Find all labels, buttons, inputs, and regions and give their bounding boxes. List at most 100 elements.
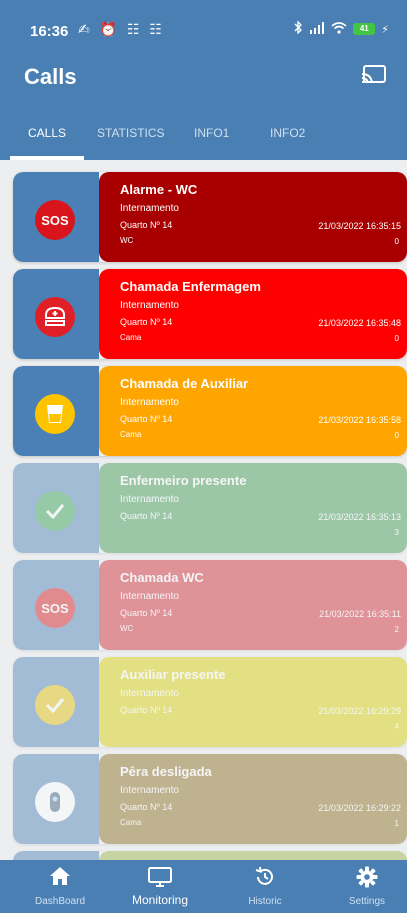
- call-department: Internamento: [120, 688, 179, 699]
- bottom-navigation: DashBoard Monitoring Historic Settings: [0, 860, 407, 913]
- call-card-icon-panel: [13, 754, 99, 844]
- call-room: Quarto Nº 14: [120, 608, 173, 618]
- nav-label: Settings: [348, 896, 386, 907]
- call-location: Cama: [120, 430, 142, 439]
- call-title: Pêra desligada: [120, 764, 212, 779]
- nav-dashboard[interactable]: DashBoard: [15, 860, 105, 913]
- call-count: 0: [394, 237, 399, 246]
- call-location: Cama: [120, 818, 142, 827]
- page-title: Calls: [24, 64, 77, 89]
- cup-icon: [35, 394, 75, 434]
- call-card[interactable]: SOS Alarme - WC Internamento Quarto Nº 1…: [13, 172, 407, 262]
- call-department: Internamento: [120, 785, 179, 796]
- call-count: 2: [394, 625, 399, 634]
- wifi-icon: [331, 21, 347, 37]
- call-room: Quarto Nº 14: [120, 317, 173, 327]
- app-root: 16:36 ✍ ⏰ ☷ ☷ 41 ⚡ Calls CALLS STATISTIC…: [0, 0, 407, 913]
- calls-list: SOS Alarme - WC Internamento Quarto Nº 1…: [0, 160, 407, 860]
- call-room: Quarto Nº 14: [120, 414, 173, 424]
- app-header: 16:36 ✍ ⏰ ☷ ☷ 41 ⚡ Calls CALLS STATISTIC…: [0, 0, 407, 160]
- call-title: Enfermeiro presente: [120, 473, 247, 488]
- status-system-icons: 41 ⚡: [293, 20, 389, 37]
- call-card-details: Pêra desligada Internamento Quarto Nº 14…: [99, 754, 407, 844]
- nurse-cap-icon: [35, 297, 75, 337]
- call-card[interactable]: Chamada de Auxiliar Internamento Quarto …: [13, 366, 407, 456]
- call-count: 1: [394, 819, 399, 828]
- call-card-details: Chamada Enfermagem Internamento Quarto N…: [99, 269, 407, 359]
- check-icon: [35, 685, 75, 725]
- call-card[interactable]: SOS Chamada WC Internamento Quarto Nº 14…: [13, 560, 407, 650]
- nav-label: Historic: [248, 896, 282, 907]
- call-card-details: [99, 851, 407, 860]
- signal-icon: [309, 21, 325, 37]
- call-datetime: 21/03/2022 16:35:15: [318, 221, 401, 231]
- call-department: Internamento: [120, 591, 179, 602]
- call-datetime: 21/03/2022 16:35:58: [318, 415, 401, 425]
- call-department: Internamento: [120, 494, 179, 505]
- call-card-icon-panel: [13, 851, 99, 860]
- call-room: Quarto Nº 14: [120, 220, 173, 230]
- call-department: Internamento: [120, 203, 179, 214]
- call-room: Quarto Nº 14: [120, 802, 173, 812]
- nav-label: Monitoring: [131, 893, 189, 907]
- call-location: WC: [120, 624, 134, 633]
- tab-info2[interactable]: INFO2: [270, 118, 305, 160]
- call-title: Chamada Enfermagem: [120, 279, 261, 294]
- call-card-icon-panel: [13, 269, 99, 359]
- call-title: Alarme - WC: [120, 182, 198, 197]
- status-bar: 16:36 ✍ ⏰ ☷ ☷ 41 ⚡: [0, 0, 407, 46]
- call-datetime: 21/03/2022 16:29:29: [318, 706, 401, 716]
- call-datetime: 21/03/2022 16:35:13: [318, 512, 401, 522]
- call-title: Chamada de Auxiliar: [120, 376, 249, 391]
- device-icon: [35, 782, 75, 822]
- nav-settings[interactable]: Settings: [322, 860, 407, 913]
- call-card[interactable]: Auxiliar presente Internamento Quarto Nº…: [13, 657, 407, 747]
- nav-historic[interactable]: Historic: [220, 860, 310, 913]
- call-card-icon-panel: SOS: [13, 172, 99, 262]
- call-location: WC: [120, 236, 134, 245]
- call-card-icon-panel: SOS: [13, 560, 99, 650]
- charging-icon: ⚡: [381, 23, 389, 36]
- sos-icon: SOS: [35, 200, 75, 240]
- call-datetime: 21/03/2022 16:35:11: [319, 609, 401, 619]
- call-card-details: Chamada de Auxiliar Internamento Quarto …: [99, 366, 407, 456]
- history-icon: [254, 866, 276, 893]
- call-card-details: Alarme - WC Internamento Quarto Nº 14 21…: [99, 172, 407, 262]
- tab-statistics[interactable]: STATISTICS: [97, 118, 165, 160]
- call-department: Internamento: [120, 300, 179, 311]
- bluetooth-icon: [293, 20, 303, 37]
- call-card[interactable]: Pêra desligada Internamento Quarto Nº 14…: [13, 754, 407, 844]
- call-room: Quarto Nº 14: [120, 511, 173, 521]
- battery-icon: 41: [353, 23, 376, 35]
- call-title: Auxiliar presente: [120, 667, 226, 682]
- call-card-details: Auxiliar presente Internamento Quarto Nº…: [99, 657, 407, 747]
- call-count: 4: [394, 722, 399, 731]
- call-room: Quarto Nº 14: [120, 705, 173, 715]
- call-card[interactable]: Chamada Enfermagem Internamento Quarto N…: [13, 269, 407, 359]
- tab-calls[interactable]: CALLS: [28, 118, 66, 160]
- call-card-icon-panel: [13, 366, 99, 456]
- call-department: Internamento: [120, 397, 179, 408]
- status-time: 16:36: [30, 23, 69, 40]
- nav-label: DashBoard: [34, 896, 86, 907]
- home-icon: [49, 866, 71, 891]
- call-location: Cama: [120, 333, 142, 342]
- call-count: 0: [394, 431, 399, 440]
- tab-info1[interactable]: INFO1: [194, 118, 229, 160]
- call-card-partial[interactable]: [13, 851, 407, 860]
- call-count: 3: [394, 528, 399, 537]
- call-card-details: Chamada WC Internamento Quarto Nº 14 21/…: [99, 560, 407, 650]
- check-icon: [35, 491, 75, 531]
- call-count: 0: [394, 334, 399, 343]
- call-card[interactable]: Enfermeiro presente Internamento Quarto …: [13, 463, 407, 553]
- cast-icon[interactable]: [361, 64, 387, 86]
- sos-icon: SOS: [35, 588, 75, 628]
- call-title: Chamada WC: [120, 570, 204, 585]
- gear-icon: [356, 866, 378, 893]
- status-notification-icons: ✍ ⏰ ☷ ☷: [78, 21, 165, 37]
- call-card-icon-panel: [13, 463, 99, 553]
- monitor-icon: [147, 866, 173, 893]
- nav-monitoring[interactable]: Monitoring: [115, 860, 205, 913]
- call-datetime: 21/03/2022 16:29:22: [318, 803, 401, 813]
- call-card-icon-panel: [13, 657, 99, 747]
